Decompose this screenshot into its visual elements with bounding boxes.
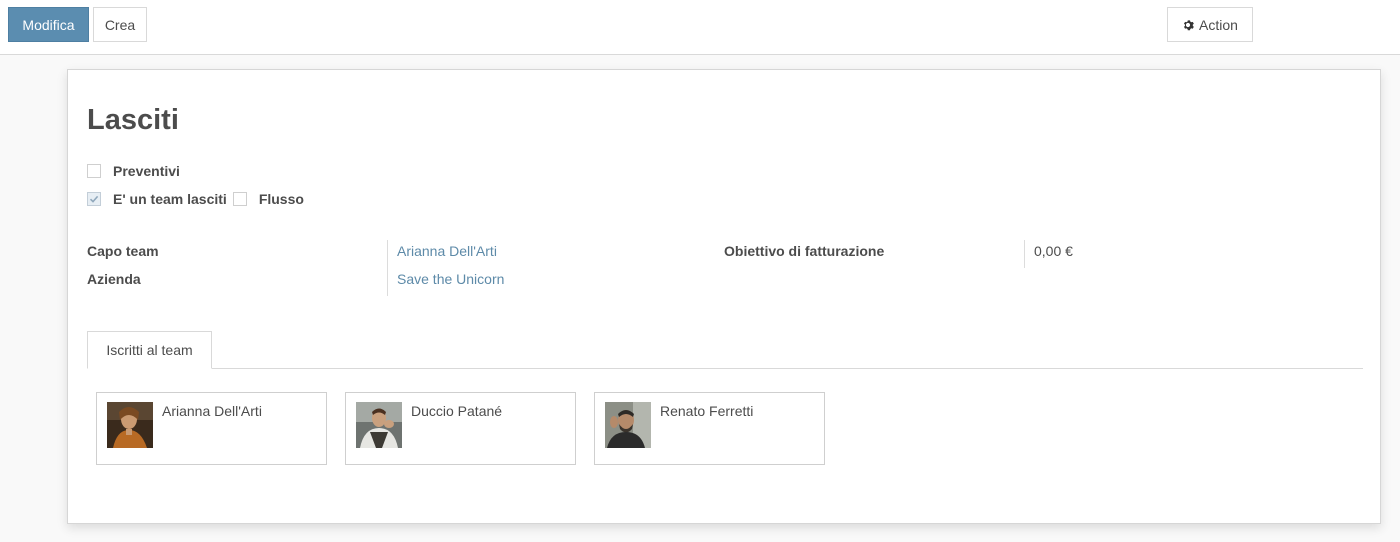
company-value[interactable]: Save the Unicorn — [397, 271, 504, 287]
field-divider — [1024, 240, 1025, 268]
form-sheet: Lasciti Preventivi E' un team lasciti Fl… — [67, 69, 1381, 524]
edit-button[interactable]: Modifica — [8, 7, 89, 42]
control-panel: Modifica Crea Action — [0, 0, 1400, 55]
bequest-team-label: E' un team lasciti — [113, 191, 227, 207]
member-name: Duccio Patané — [411, 403, 503, 419]
member-card[interactable]: Renato Ferretti — [594, 392, 825, 465]
avatar — [107, 402, 153, 448]
field-divider — [387, 240, 388, 296]
quotations-checkbox[interactable] — [87, 164, 101, 178]
team-leader-value[interactable]: Arianna Dell'Arti — [397, 243, 497, 259]
quotations-row: Preventivi — [87, 163, 180, 179]
avatar — [356, 402, 402, 448]
invoice-target-label: Obiettivo di fatturazione — [724, 243, 885, 259]
member-card[interactable]: Duccio Patané — [345, 392, 576, 465]
bequest-team-row: E' un team lasciti Flusso — [87, 191, 304, 207]
member-name: Arianna Dell'Arti — [162, 403, 262, 419]
tab-team-members[interactable]: Iscritti al team — [87, 331, 212, 369]
avatar — [605, 402, 651, 448]
page-title: Lasciti — [87, 104, 179, 136]
invoice-target-value: 0,00 € — [1034, 243, 1073, 259]
action-button-label: Action — [1199, 16, 1238, 33]
gear-icon — [1183, 19, 1194, 30]
company-label: Azienda — [87, 271, 141, 287]
tab-divider — [87, 368, 1363, 369]
check-icon — [89, 195, 99, 203]
team-leader-label: Capo team — [87, 243, 159, 259]
action-button[interactable]: Action — [1167, 7, 1253, 42]
pipeline-label: Flusso — [258, 191, 304, 207]
member-card[interactable]: Arianna Dell'Arti — [96, 392, 327, 465]
bequest-team-checkbox[interactable] — [87, 192, 101, 206]
create-button[interactable]: Crea — [93, 7, 147, 42]
pipeline-checkbox[interactable] — [232, 192, 247, 206]
quotations-label: Preventivi — [113, 163, 180, 179]
member-name: Renato Ferretti — [660, 403, 754, 419]
